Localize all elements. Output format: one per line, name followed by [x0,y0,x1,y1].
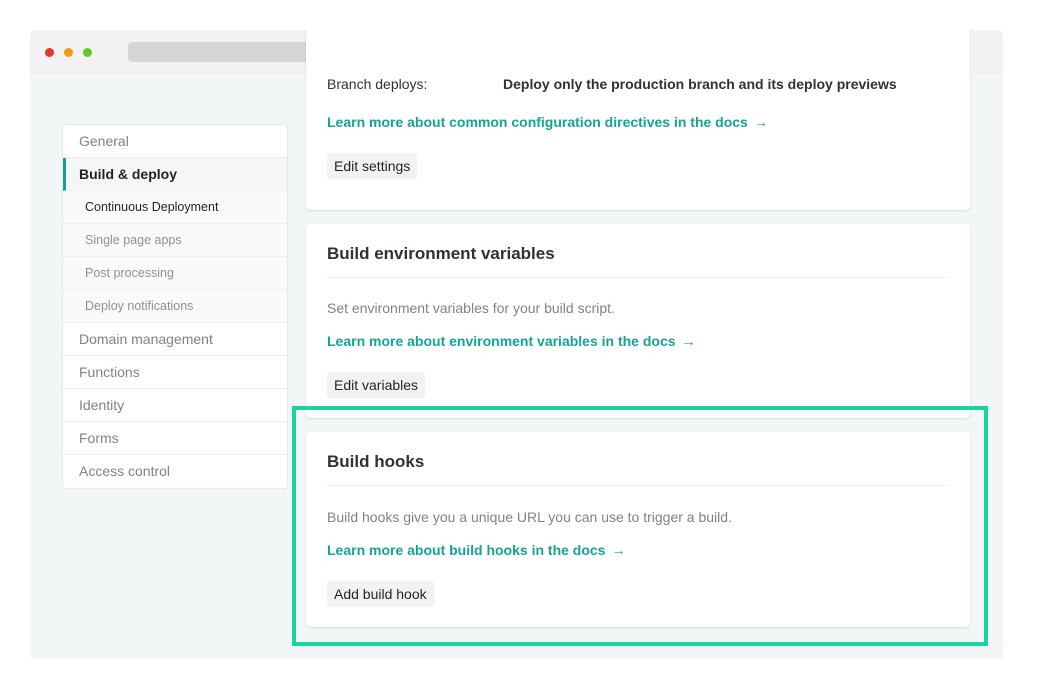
maximize-window-button[interactable] [83,48,92,57]
sidebar-item-build-deploy[interactable]: Build & deploy [63,158,287,191]
env-vars-card: Build environment variables Set environm… [306,224,970,418]
sidebar-item-single-page-apps[interactable]: Single page apps [63,224,287,257]
env-vars-description: Set environment variables for your build… [327,300,615,316]
browser-window: General Build & deploy Continuous Deploy… [30,30,1003,658]
settings-sidebar: General Build & deploy Continuous Deploy… [62,124,288,489]
env-vars-docs-link[interactable]: Learn more about environment variables i… [327,333,696,349]
sidebar-item-general[interactable]: General [63,125,287,158]
branch-deploys-label: Branch deploys: [327,76,428,92]
build-hooks-description: Build hooks give you a unique URL you ca… [327,509,732,525]
minimize-window-button[interactable] [64,48,73,57]
sidebar-item-identity[interactable]: Identity [63,389,287,422]
add-build-hook-button[interactable]: Add build hook [327,581,434,607]
sidebar-item-functions[interactable]: Functions [63,356,287,389]
arrow-right-icon: → [681,333,696,349]
sidebar-item-deploy-notifications[interactable]: Deploy notifications [63,290,287,323]
build-hooks-card: Build hooks Build hooks give you a uniqu… [306,432,970,627]
sidebar-item-domain-management[interactable]: Domain management [63,323,287,356]
link-text: Learn more about common configuration di… [327,114,748,130]
deploy-settings-card: Branch deploys: Deploy only the producti… [306,30,970,210]
sidebar-item-continuous-deployment[interactable]: Continuous Deployment [63,191,287,224]
edit-settings-button[interactable]: Edit settings [327,153,418,179]
link-text: Learn more about environment variables i… [327,333,676,349]
build-hooks-title: Build hooks [327,432,949,486]
sidebar-item-post-processing[interactable]: Post processing [63,257,287,290]
sidebar-item-access-control[interactable]: Access control [63,455,287,488]
branch-deploys-value: Deploy only the production branch and it… [503,76,897,92]
edit-variables-button[interactable]: Edit variables [327,372,426,398]
build-hooks-docs-link[interactable]: Learn more about build hooks in the docs… [327,542,625,558]
env-vars-title: Build environment variables [327,224,949,278]
arrow-right-icon: → [611,542,626,558]
arrow-right-icon: → [753,114,768,130]
config-directives-docs-link[interactable]: Learn more about common configuration di… [327,114,768,130]
close-window-button[interactable] [45,48,54,57]
sidebar-item-forms[interactable]: Forms [63,422,287,455]
link-text: Learn more about build hooks in the docs [327,542,606,558]
